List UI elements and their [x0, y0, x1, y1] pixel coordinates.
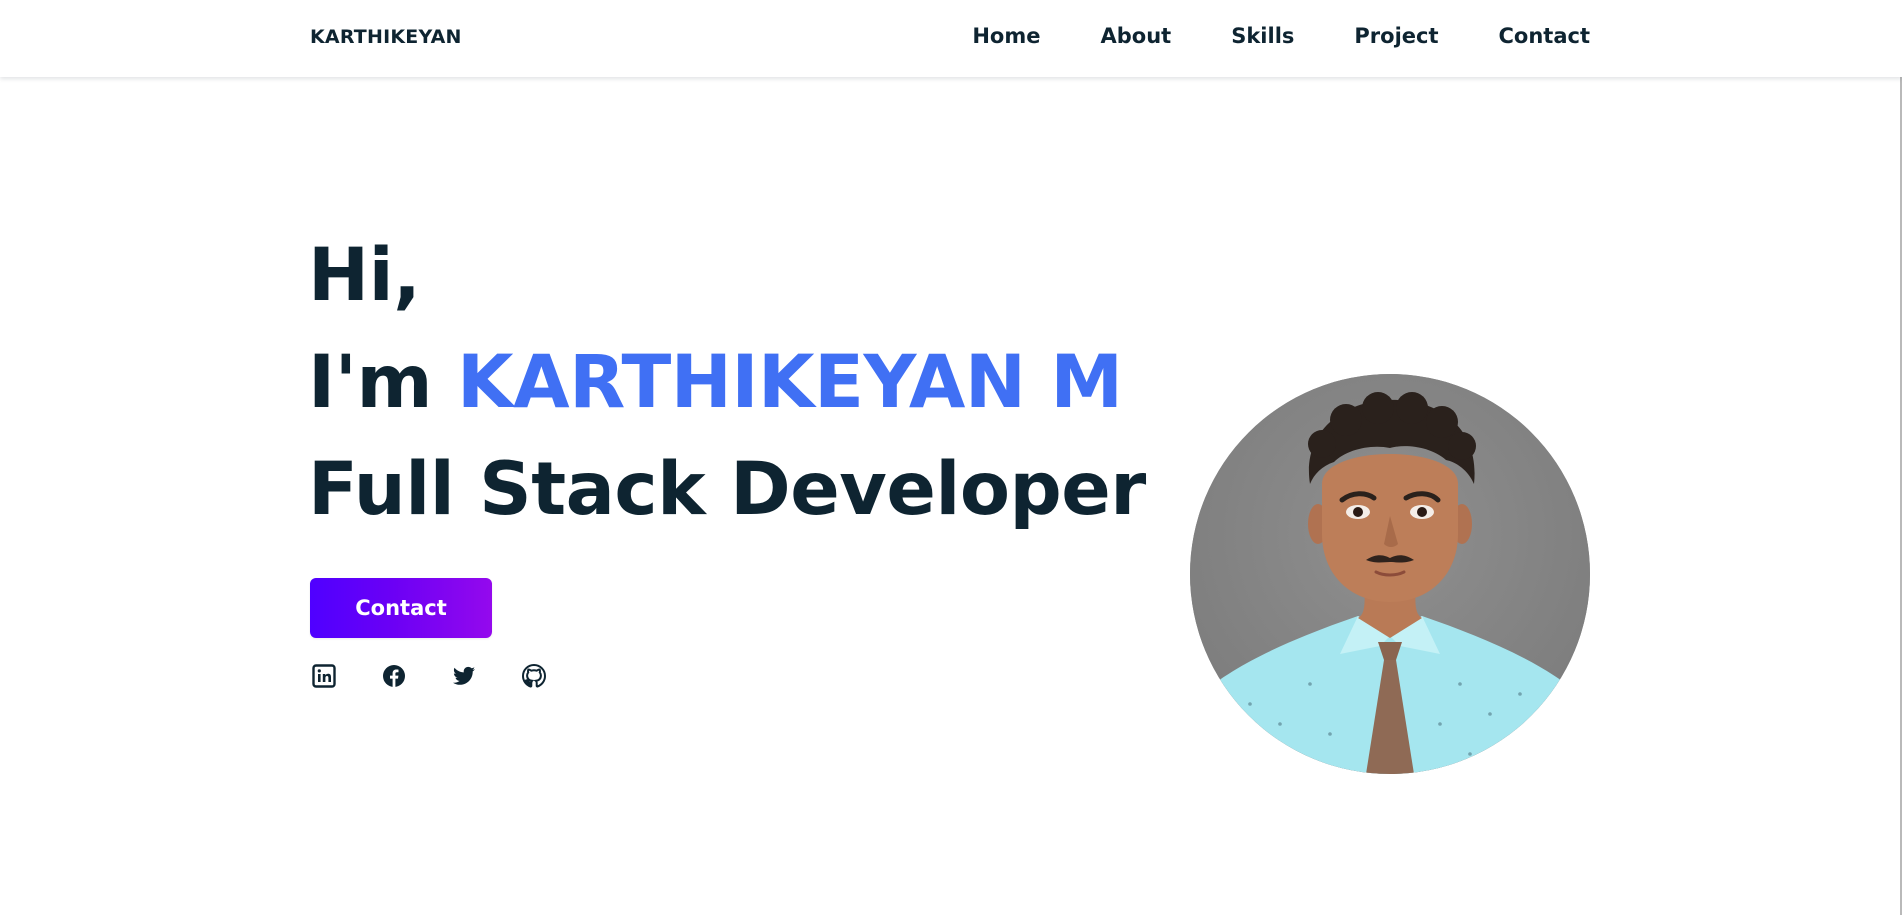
- profile-portrait-illustration: [1190, 374, 1590, 774]
- facebook-link[interactable]: [382, 664, 406, 690]
- main-nav: Home About Skills Project Contact: [972, 24, 1590, 48]
- hero-name: KARTHIKEYAN M: [457, 340, 1123, 425]
- nav-skills[interactable]: Skills: [1231, 24, 1294, 48]
- nav-contact[interactable]: Contact: [1499, 24, 1591, 48]
- hero-greeting: Hi,: [308, 233, 421, 318]
- nav-home[interactable]: Home: [972, 24, 1040, 48]
- site-header: KARTHIKEYAN Home About Skills Project Co…: [0, 0, 1902, 77]
- profile-photo: [1190, 374, 1590, 774]
- hero-heading: Hi, I'm KARTHIKEYAN M Full Stack Develop…: [308, 222, 1146, 543]
- hero-role: Full Stack Developer: [308, 447, 1146, 532]
- nav-about[interactable]: About: [1101, 24, 1172, 48]
- social-links: [312, 664, 546, 690]
- github-link[interactable]: [522, 664, 546, 690]
- hero-intro: I'm: [308, 340, 457, 425]
- github-icon: [522, 664, 546, 688]
- linkedin-link[interactable]: [312, 664, 336, 690]
- nav-project[interactable]: Project: [1354, 24, 1438, 48]
- facebook-icon: [383, 665, 405, 687]
- site-logo[interactable]: KARTHIKEYAN: [310, 26, 462, 48]
- linkedin-icon: [312, 664, 336, 688]
- contact-button[interactable]: Contact: [310, 578, 492, 638]
- twitter-link[interactable]: [452, 664, 476, 690]
- twitter-icon: [453, 666, 475, 685]
- hero-intro-line: I'm KARTHIKEYAN M: [308, 329, 1146, 436]
